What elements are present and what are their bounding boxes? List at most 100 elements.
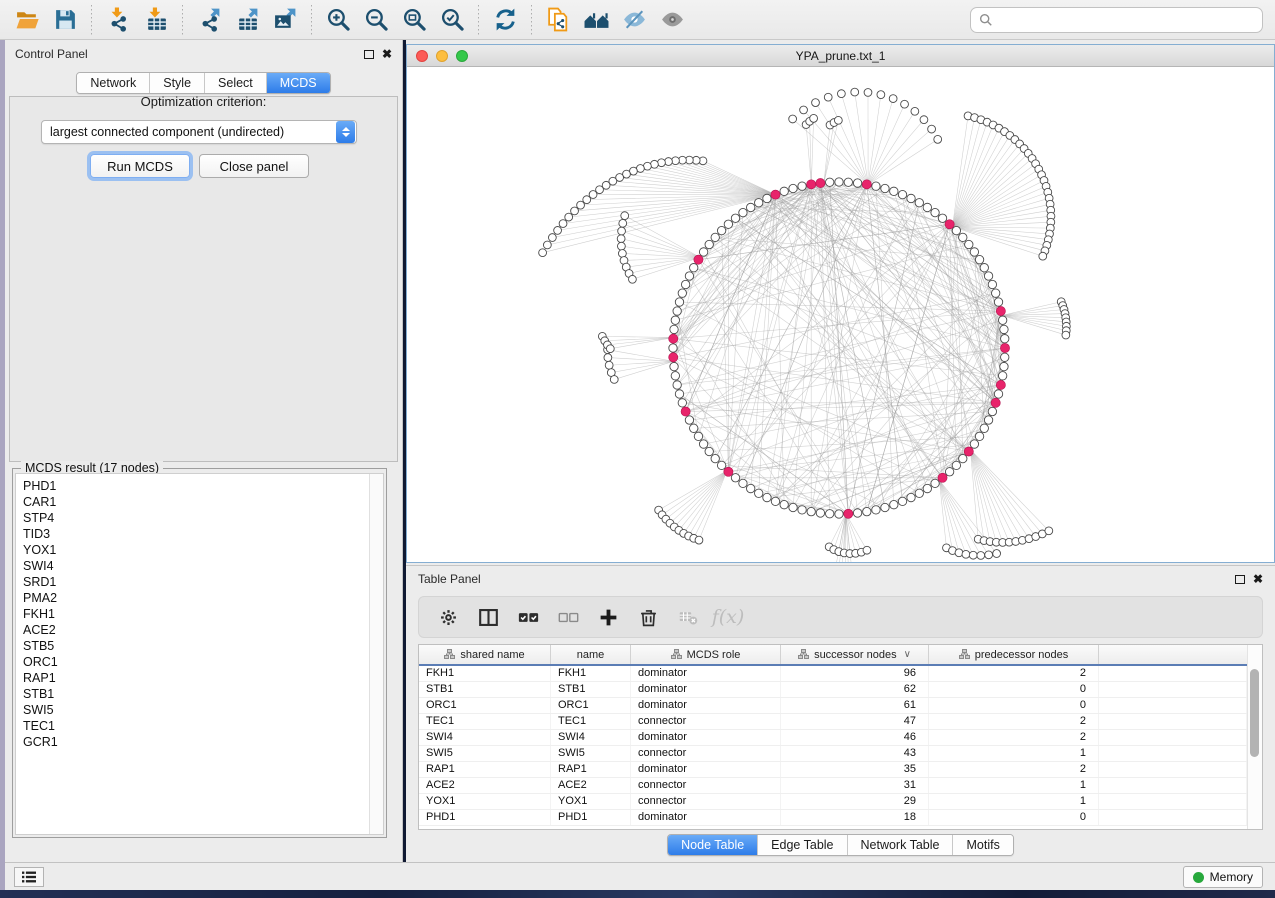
zoom-in-icon[interactable] [321,5,355,35]
cell-name[interactable]: PHD1 [551,810,631,825]
close-panel-button[interactable]: Close panel [199,154,309,178]
cell-MCDS-role[interactable]: connector [631,714,781,729]
table-row-YOX1[interactable]: YOX1YOX1connector291 [419,794,1247,810]
table-scrollbar-thumb[interactable] [1250,669,1259,757]
cell-shared-name[interactable]: RAP1 [419,762,551,777]
tab-mcds[interactable]: MCDS [267,73,330,93]
tab-edge-table[interactable]: Edge Table [758,835,847,855]
cell-MCDS-role[interactable]: connector [631,794,781,809]
close-panel-icon[interactable]: ✖ [382,49,392,59]
cell-name[interactable]: YOX1 [551,794,631,809]
cell-name[interactable]: SWI4 [551,730,631,745]
unselect-all-columns-icon[interactable] [553,602,583,632]
mcds-result-item[interactable]: STB1 [23,686,369,702]
table-scrollbar[interactable] [1247,645,1262,829]
mcds-result-item[interactable]: FKH1 [23,606,369,622]
cell-successor-nodes[interactable]: 62 [781,682,929,697]
zoom-fit-icon[interactable] [397,5,431,35]
cell-MCDS-role[interactable]: connector [631,778,781,793]
cell-predecessor-nodes[interactable]: 2 [929,730,1099,745]
mcds-result-item[interactable]: SRD1 [23,574,369,590]
network-graph[interactable] [407,67,1274,562]
cell-name[interactable]: SWI5 [551,746,631,761]
cell-shared-name[interactable]: PHD1 [419,810,551,825]
cell-shared-name[interactable]: SWI4 [419,730,551,745]
cell-MCDS-role[interactable]: dominator [631,666,781,681]
show-columns-icon[interactable] [473,602,503,632]
mcds-result-item[interactable]: STP4 [23,510,369,526]
mcds-result-item[interactable]: PMA2 [23,590,369,606]
mcds-list-scrollbar[interactable] [369,474,383,834]
cell-predecessor-nodes[interactable]: 1 [929,746,1099,761]
network-list-toggle-button[interactable] [14,867,44,887]
table-row-RAP1[interactable]: RAP1RAP1dominator352 [419,762,1247,778]
tab-motifs[interactable]: Motifs [953,835,1012,855]
cell-successor-nodes[interactable]: 29 [781,794,929,809]
zoom-out-icon[interactable] [359,5,393,35]
table-row-STB1[interactable]: STB1STB1dominator620 [419,682,1247,698]
cell-successor-nodes[interactable]: 96 [781,666,929,681]
cell-shared-name[interactable]: SWI5 [419,746,551,761]
cell-name[interactable]: ORC1 [551,698,631,713]
mcds-result-item[interactable]: ACE2 [23,622,369,638]
tab-network[interactable]: Network [77,73,150,93]
cell-shared-name[interactable]: ACE2 [419,778,551,793]
mcds-result-item[interactable]: STB5 [23,638,369,654]
cell-predecessor-nodes[interactable]: 2 [929,714,1099,729]
tab-select[interactable]: Select [205,73,267,93]
cell-predecessor-nodes[interactable]: 2 [929,666,1099,681]
table-row-SWI4[interactable]: SWI4SWI4dominator462 [419,730,1247,746]
table-row-ORC1[interactable]: ORC1ORC1dominator610 [419,698,1247,714]
delete-columns-icon[interactable] [633,602,663,632]
run-mcds-button[interactable]: Run MCDS [90,154,190,178]
cell-shared-name[interactable]: FKH1 [419,666,551,681]
cell-predecessor-nodes[interactable]: 1 [929,778,1099,793]
tab-network-table[interactable]: Network Table [848,835,954,855]
tab-node-table[interactable]: Node Table [668,835,758,855]
add-column-icon[interactable] [593,602,623,632]
cell-MCDS-role[interactable]: dominator [631,730,781,745]
cell-predecessor-nodes[interactable]: 0 [929,698,1099,713]
cell-MCDS-role[interactable]: dominator [631,698,781,713]
cell-predecessor-nodes[interactable]: 0 [929,810,1099,825]
home-layout-icon[interactable] [579,5,613,35]
zoom-selected-icon[interactable] [435,5,469,35]
criterion-dropdown[interactable]: largest connected component (undirected) [41,120,357,144]
table-row-ACE2[interactable]: ACE2ACE2connector311 [419,778,1247,794]
export-image-icon[interactable] [268,5,302,35]
mcds-result-item[interactable]: ORC1 [23,654,369,670]
table-options-gear-icon[interactable] [433,602,463,632]
cell-shared-name[interactable]: TEC1 [419,714,551,729]
cell-successor-nodes[interactable]: 18 [781,810,929,825]
mcds-result-item[interactable]: PHD1 [23,478,369,494]
float-table-panel-icon[interactable] [1235,575,1245,584]
mcds-result-item[interactable]: YOX1 [23,542,369,558]
cell-shared-name[interactable]: STB1 [419,682,551,697]
mcds-result-item[interactable]: CAR1 [23,494,369,510]
network-canvas[interactable] [407,67,1274,562]
mcds-result-item[interactable]: TEC1 [23,718,369,734]
import-table-icon[interactable] [139,5,173,35]
mcds-result-item[interactable]: SWI4 [23,558,369,574]
export-network-icon[interactable] [192,5,226,35]
cell-MCDS-role[interactable]: dominator [631,810,781,825]
mcds-result-item[interactable]: TID3 [23,526,369,542]
show-all-icon[interactable] [655,5,689,35]
float-panel-icon[interactable] [364,50,374,59]
column-header-shared-name[interactable]: shared name [419,645,551,664]
cell-predecessor-nodes[interactable]: 2 [929,762,1099,777]
table-row-PHD1[interactable]: PHD1PHD1dominator180 [419,810,1247,826]
cell-predecessor-nodes[interactable]: 1 [929,794,1099,809]
export-table-icon[interactable] [230,5,264,35]
close-table-panel-icon[interactable]: ✖ [1253,574,1263,584]
search-box[interactable] [970,7,1263,33]
cell-shared-name[interactable]: ORC1 [419,698,551,713]
column-header-predecessor-nodes[interactable]: predecessor nodes [929,645,1099,664]
column-header-MCDS-role[interactable]: MCDS role [631,645,781,664]
search-input[interactable] [999,13,1254,27]
mcds-result-item[interactable]: RAP1 [23,670,369,686]
network-window-titlebar[interactable]: YPA_prune.txt_1 [407,45,1274,67]
column-header-name[interactable]: name [551,645,631,664]
cell-MCDS-role[interactable]: dominator [631,762,781,777]
cell-successor-nodes[interactable]: 61 [781,698,929,713]
